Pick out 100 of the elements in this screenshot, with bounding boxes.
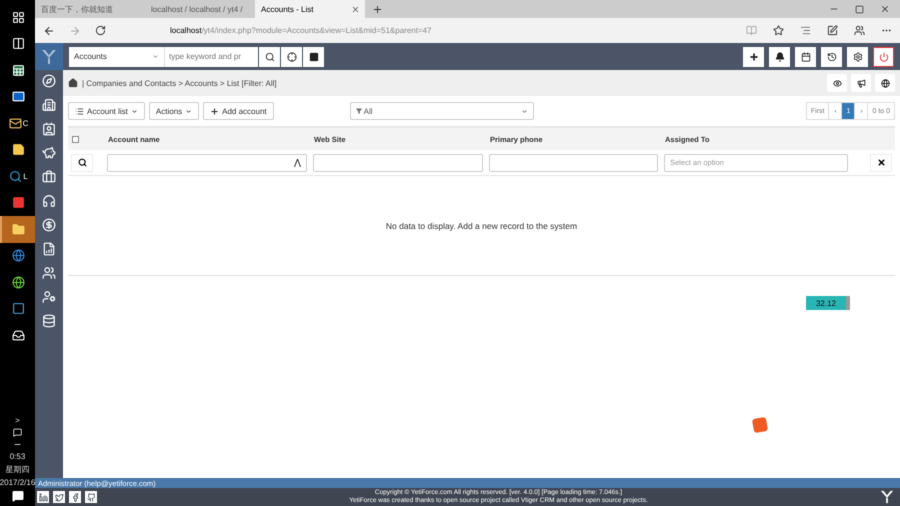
eye-icon — [832, 78, 842, 88]
announcement-button[interactable] — [851, 74, 871, 92]
settings-button[interactable] — [847, 46, 868, 66]
logo-icon — [880, 490, 894, 504]
close-icon — [880, 4, 890, 14]
add-account-button[interactable]: Add account — [203, 102, 274, 120]
linkedin-icon[interactable] — [37, 491, 49, 503]
account-list-button[interactable]: Account list — [68, 102, 145, 120]
headset-icon[interactable] — [41, 193, 57, 209]
favorite-icon — [773, 25, 784, 36]
bell-icon — [774, 52, 784, 62]
plus-icon — [748, 52, 758, 62]
empty-message: No data to display. Add a new record to the system — [386, 220, 578, 230]
actions-button[interactable]: Actions — [148, 102, 200, 120]
module-select[interactable]: Accounts — [69, 46, 164, 66]
history-icon — [826, 52, 836, 62]
taskbar-app[interactable]: C — [0, 110, 35, 136]
name-filter-field[interactable] — [107, 154, 307, 172]
caret-icon — [130, 108, 138, 114]
database-icon[interactable] — [41, 313, 57, 329]
phone-filter-field[interactable] — [489, 154, 658, 172]
cat-icon[interactable] — [85, 491, 97, 503]
contact-card-icon[interactable] — [41, 121, 57, 137]
logout-button[interactable] — [873, 46, 894, 66]
inbox-icon — [12, 328, 25, 342]
power-icon — [878, 52, 888, 62]
globe-icon — [12, 276, 25, 289]
dollar-icon[interactable] — [41, 217, 57, 233]
caret-icon — [185, 108, 192, 114]
browser-icon — [12, 249, 25, 262]
forward-icon — [69, 24, 81, 36]
folder-icon — [12, 222, 25, 236]
plus-icon — [210, 106, 220, 116]
list-icon — [75, 106, 84, 116]
columns-button[interactable] — [303, 46, 324, 66]
notifications-button[interactable] — [769, 46, 790, 66]
search-icon — [78, 158, 86, 167]
close-icon — [876, 158, 886, 167]
website-filter-field[interactable] — [313, 154, 483, 172]
new-tab-icon — [372, 4, 383, 14]
select-all-checkbox[interactable] — [72, 136, 79, 142]
globe-icon — [880, 78, 890, 88]
history-button[interactable] — [821, 46, 842, 66]
browser-tab[interactable]: Accounts - List — [255, 0, 365, 18]
megaphone-icon — [856, 78, 866, 88]
input-method-icon[interactable] — [752, 416, 768, 434]
breadcrumb: | Companies and Contacts > Accounts > List [Filter: All] — [82, 78, 277, 88]
note-icon — [12, 143, 25, 156]
search-button[interactable] — [259, 46, 280, 66]
settings-icon — [852, 52, 862, 62]
close-icon — [351, 4, 360, 14]
note-icon — [827, 25, 838, 36]
clock-date: 2017/2/16 — [0, 478, 36, 487]
clear-filter-button[interactable] — [870, 154, 892, 172]
search-button[interactable] — [71, 154, 93, 172]
taskbar-app[interactable]: L — [0, 163, 35, 190]
advanced-search-button[interactable] — [281, 46, 302, 66]
home-icon — [68, 78, 78, 88]
calendar-icon — [800, 52, 810, 62]
clock-weekday: 星期四 — [6, 464, 30, 475]
hub-icon — [800, 25, 811, 36]
browser-tab[interactable]: 百度一下，你就知道 — [35, 0, 145, 18]
briefcase-icon[interactable] — [41, 169, 57, 185]
search-icon — [264, 52, 274, 62]
clock-time: 0:53 — [10, 452, 26, 461]
caret-icon — [520, 108, 528, 114]
user-settings-icon[interactable] — [41, 289, 57, 305]
report-icon[interactable] — [41, 241, 57, 257]
compass-icon[interactable] — [41, 73, 57, 89]
building-icon[interactable] — [41, 97, 57, 113]
browser-tab[interactable]: localhost / localhost / yt4 / — [145, 0, 255, 18]
caret-icon — [152, 53, 159, 60]
notification-icon — [12, 490, 24, 502]
users-icon[interactable] — [41, 265, 57, 281]
maximize-icon — [855, 4, 864, 14]
filter-select[interactable]: All — [350, 102, 534, 120]
reading-view-icon — [746, 25, 757, 36]
app-icon — [12, 196, 25, 210]
sort-icon — [294, 158, 301, 166]
search-field[interactable]: type keyword and pr — [164, 46, 258, 66]
view-button[interactable] — [827, 74, 847, 92]
crosshair-icon — [286, 52, 296, 62]
task-view-icon — [12, 37, 25, 50]
envelope-icon — [8, 116, 22, 130]
address-field[interactable]: localhost/yt4/index.php?module=Accounts&view=List&mid=51&parent=47 — [170, 26, 432, 35]
add-button[interactable] — [743, 46, 764, 66]
magnifier-icon — [9, 170, 22, 183]
calendar-button[interactable] — [795, 46, 816, 66]
windows-icon — [12, 10, 25, 24]
back-icon — [43, 24, 55, 36]
globe-button[interactable] — [875, 74, 895, 92]
filter-icon — [356, 108, 362, 114]
twitter-icon[interactable] — [53, 491, 65, 503]
piggy-bank-icon[interactable] — [41, 145, 57, 161]
tray-expand[interactable]: > — [15, 416, 20, 425]
spreadsheet-icon — [12, 64, 25, 77]
window-icon — [12, 302, 25, 316]
refresh-icon — [95, 25, 106, 36]
overlay-badge: 32.12 — [806, 296, 850, 310]
facebook-icon[interactable] — [69, 491, 81, 503]
